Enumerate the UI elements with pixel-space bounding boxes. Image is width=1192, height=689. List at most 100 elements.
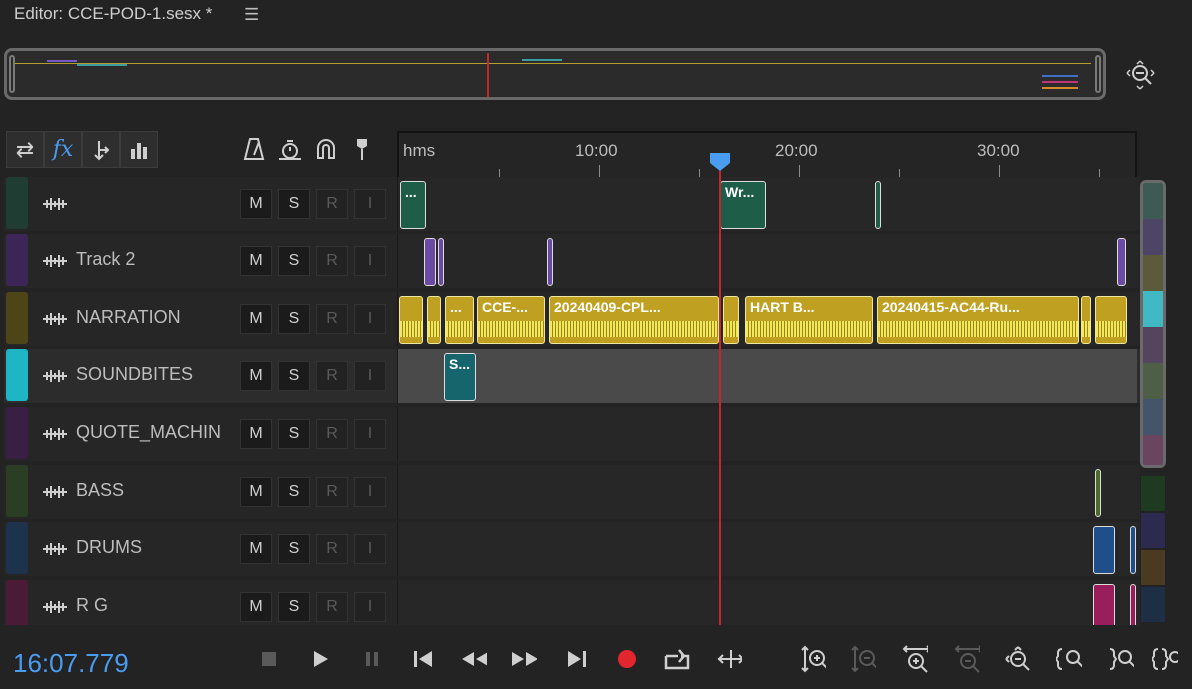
rewind-icon[interactable] [461, 646, 487, 672]
track-2[interactable]: Track 2 M S R I [4, 234, 1140, 288]
track-name[interactable]: BASS [76, 480, 124, 501]
track-quote-machine[interactable]: QUOTE_MACHIN M S R I [4, 407, 1140, 461]
zoom-out-full-both-icon[interactable] [1004, 646, 1030, 672]
audio-clip[interactable]: HART B... [745, 296, 873, 344]
solo-button[interactable]: S [278, 477, 310, 507]
track-name[interactable]: QUOTE_MACHIN [76, 422, 221, 443]
audio-clip[interactable]: CCE-... [477, 296, 545, 344]
record-arm-button[interactable]: R [316, 419, 348, 449]
audio-clip[interactable] [1130, 526, 1136, 574]
record-arm-button[interactable]: R [316, 246, 348, 276]
audio-clip[interactable]: 20240415-AC44-Ru... [877, 296, 1079, 344]
monitor-input-button[interactable]: I [354, 189, 386, 219]
record-icon[interactable] [614, 646, 640, 672]
audio-clip[interactable] [1093, 526, 1115, 574]
record-arm-button[interactable]: R [316, 477, 348, 507]
monitor-input-button[interactable]: I [354, 534, 386, 564]
mute-button[interactable]: M [240, 419, 272, 449]
current-time-display[interactable]: 16:07.779 [13, 648, 129, 679]
time-ruler[interactable]: hms 10:00 20:00 30:00 [397, 131, 1137, 177]
overview-left-handle[interactable] [9, 55, 15, 93]
play-icon[interactable] [307, 646, 333, 672]
mute-button[interactable]: M [240, 189, 272, 219]
audio-clip[interactable] [399, 296, 423, 344]
mute-button[interactable]: M [240, 361, 272, 391]
audio-clip[interactable]: S... [444, 353, 476, 401]
fast-forward-icon[interactable] [511, 646, 537, 672]
mute-button[interactable]: M [240, 246, 272, 276]
zoom-out-time-icon[interactable] [954, 645, 980, 673]
zoom-in-time-icon[interactable] [902, 645, 928, 673]
solo-button[interactable]: S [278, 419, 310, 449]
mute-button[interactable]: M [240, 477, 272, 507]
time-stretch-icon[interactable] [276, 134, 304, 164]
audio-clip[interactable] [1117, 238, 1126, 286]
go-to-start-icon[interactable] [410, 646, 436, 672]
playhead-handle[interactable] [710, 153, 730, 171]
solo-button[interactable]: S [278, 246, 310, 276]
audio-clip[interactable] [1130, 584, 1136, 625]
monitor-input-button[interactable]: I [354, 477, 386, 507]
track-name[interactable]: NARRATION [76, 307, 181, 328]
audio-clip[interactable] [438, 238, 444, 286]
zoom-in-amplitude-icon[interactable] [800, 645, 826, 673]
audio-clip[interactable] [1095, 469, 1101, 517]
vertical-track-scrollbar[interactable] [1140, 180, 1166, 468]
track-name[interactable]: R G [76, 595, 108, 616]
track-drums[interactable]: DRUMS M S R I [4, 522, 1140, 576]
mute-button[interactable]: M [240, 304, 272, 334]
solo-button[interactable]: S [278, 361, 310, 391]
sends-icon[interactable] [82, 131, 120, 168]
audio-clip[interactable]: ... [400, 181, 426, 229]
audio-clip[interactable]: 20240409-CPL... [549, 296, 719, 344]
track-lane[interactable] [397, 234, 1137, 288]
snapping-magnet-icon[interactable] [312, 134, 340, 164]
audio-clip[interactable] [1095, 296, 1127, 344]
go-to-end-icon[interactable] [564, 646, 590, 672]
mute-button[interactable]: M [240, 592, 272, 622]
track-name[interactable]: Track 2 [76, 249, 135, 270]
record-arm-button[interactable]: R [316, 534, 348, 564]
audio-clip[interactable]: Wr... [720, 181, 766, 229]
track-lane[interactable] [397, 580, 1137, 625]
solo-button[interactable]: S [278, 592, 310, 622]
monitor-input-button[interactable]: I [354, 246, 386, 276]
track-rg[interactable]: R G M S R I [4, 580, 1140, 625]
audio-clip[interactable] [875, 181, 881, 229]
track-lane[interactable]: ... Wr... [397, 177, 1137, 231]
audio-clip[interactable] [427, 296, 441, 344]
track-lane[interactable]: S... [397, 349, 1137, 403]
audio-clip[interactable] [723, 296, 739, 344]
hamburger-menu-icon[interactable]: ☰ [244, 5, 259, 25]
track-1[interactable]: M S R I ... Wr... [4, 177, 1140, 231]
record-arm-button[interactable]: R [316, 304, 348, 334]
track-bass[interactable]: BASS M S R I [4, 465, 1140, 519]
add-marker-icon[interactable] [348, 134, 376, 164]
loop-playback-icon[interactable] [664, 646, 690, 672]
track-lane[interactable] [397, 407, 1137, 461]
track-name[interactable]: SOUNDBITES [76, 364, 193, 385]
monitor-input-button[interactable]: I [354, 361, 386, 391]
record-arm-button[interactable]: R [316, 189, 348, 219]
metronome-icon[interactable] [240, 134, 268, 164]
track-lane[interactable] [397, 465, 1137, 519]
session-overview-navigator[interactable] [4, 48, 1106, 100]
monitor-input-button[interactable]: I [354, 304, 386, 334]
skip-selection-icon[interactable] [716, 646, 742, 672]
stop-icon[interactable] [256, 646, 282, 672]
audio-clip[interactable] [1081, 296, 1091, 344]
effects-rack-icon[interactable]: fx [44, 131, 82, 168]
audio-clip[interactable] [547, 238, 553, 286]
monitor-input-button[interactable]: I [354, 592, 386, 622]
zoom-to-selection-out-icon[interactable] [1108, 646, 1134, 672]
solo-button[interactable]: S [278, 189, 310, 219]
overview-right-handle[interactable] [1095, 55, 1101, 93]
monitor-input-button[interactable]: I [354, 419, 386, 449]
inputs-outputs-icon[interactable]: ⇄ [6, 131, 44, 168]
record-arm-button[interactable]: R [316, 592, 348, 622]
pause-icon[interactable] [359, 646, 385, 672]
audio-clip[interactable]: ... [445, 296, 474, 344]
track-lane[interactable] [397, 522, 1137, 576]
record-arm-button[interactable]: R [316, 361, 348, 391]
zoom-out-amplitude-icon[interactable] [850, 645, 876, 673]
